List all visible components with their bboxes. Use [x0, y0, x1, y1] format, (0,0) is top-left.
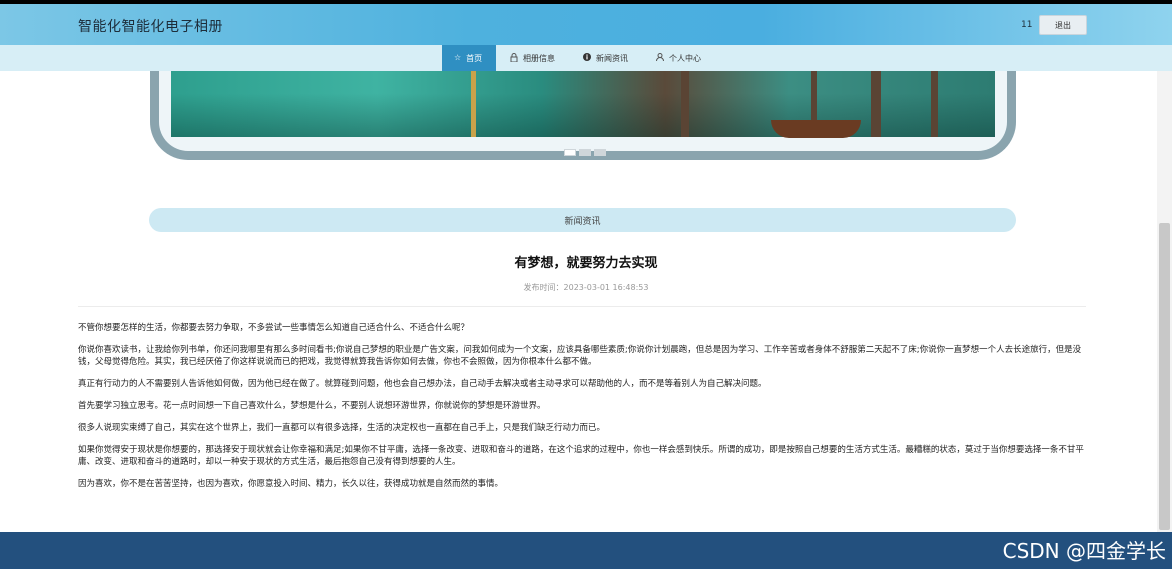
carousel-dot-1[interactable] — [564, 149, 576, 156]
site-title: 智能化智能化电子相册 — [78, 19, 223, 35]
article-paragraph: 如果你觉得安于现状是你想要的，那选择安于现状就会让你幸福和满足;如果你不甘平庸，… — [78, 445, 1084, 467]
section-banner: 新闻资讯 — [149, 208, 1016, 232]
article-paragraph: 因为喜欢，你不是在苦苦坚持，也因为喜欢，你愿意投入时间、精力，长久以往，获得成功… — [78, 479, 504, 489]
article-paragraph: 真正有行动力的人不需要别人告诉他如何做，因为他已经在做了。就算碰到问题，他也会自… — [78, 379, 767, 389]
lock-icon — [510, 52, 518, 64]
star-icon: ☆ — [454, 53, 462, 62]
carousel-indicators — [564, 149, 606, 156]
watermark: CSDN @四金学长 — [1002, 539, 1166, 563]
scrollbar-thumb[interactable] — [1159, 223, 1170, 530]
article-title: 有梦想，就要努力去实现 — [514, 256, 658, 271]
page: 智能化智能化电子相册 11 退出 ☆ 首页 相册信息 新闻资讯 个人中心 新闻资… — [0, 0, 1172, 569]
boat-image-detail — [771, 120, 861, 138]
nav-item-home[interactable]: ☆ 首页 — [442, 45, 496, 71]
article-paragraph: 很多人说现实束缚了自己，其实在这个世界上，我们一直都可以有很多选择，生活的决定权… — [78, 423, 606, 433]
article-body: 不管你想要怎样的生活，你都要去努力争取，不多尝试一些事情怎么知道自己适合什么、不… — [78, 322, 1090, 500]
article-paragraph: 首先要学习独立思考。花一点时间想一下自己喜欢什么，梦想是什么，不要别人说想环游世… — [78, 401, 546, 411]
publish-time: 发布时间：2023-03-01 16:48:53 — [523, 283, 649, 292]
nav-item-news[interactable]: 新闻资讯 — [569, 45, 642, 71]
carousel-dot-3[interactable] — [594, 149, 606, 156]
footer — [0, 532, 1172, 569]
logout-button[interactable]: 退出 — [1039, 15, 1087, 35]
carousel-dot-2[interactable] — [579, 149, 591, 156]
nav-item-profile[interactable]: 个人中心 — [642, 45, 715, 71]
nav-item-label: 相册信息 — [523, 53, 555, 63]
header: 智能化智能化电子相册 11 退出 — [0, 4, 1172, 45]
article-paragraph: 你说你喜欢读书，让我给你列书单，你还问我哪里有那么多时间看书;你说自己梦想的职业… — [78, 345, 1082, 367]
user-icon — [656, 53, 664, 63]
nav-item-label: 首页 — [466, 53, 483, 63]
main-nav: ☆ 首页 相册信息 新闻资讯 个人中心 — [0, 45, 1172, 71]
user-name: 11 — [1021, 20, 1033, 30]
nav-item-album-info[interactable]: 相册信息 — [496, 45, 569, 71]
divider — [78, 306, 1086, 307]
info-icon — [583, 53, 591, 63]
nav-item-label: 个人中心 — [669, 53, 701, 63]
nav-item-label: 新闻资讯 — [596, 53, 628, 63]
article-paragraph: 不管你想要怎样的生活，你都要去努力争取，不多尝试一些事情怎么知道自己适合什么、不… — [78, 323, 470, 333]
